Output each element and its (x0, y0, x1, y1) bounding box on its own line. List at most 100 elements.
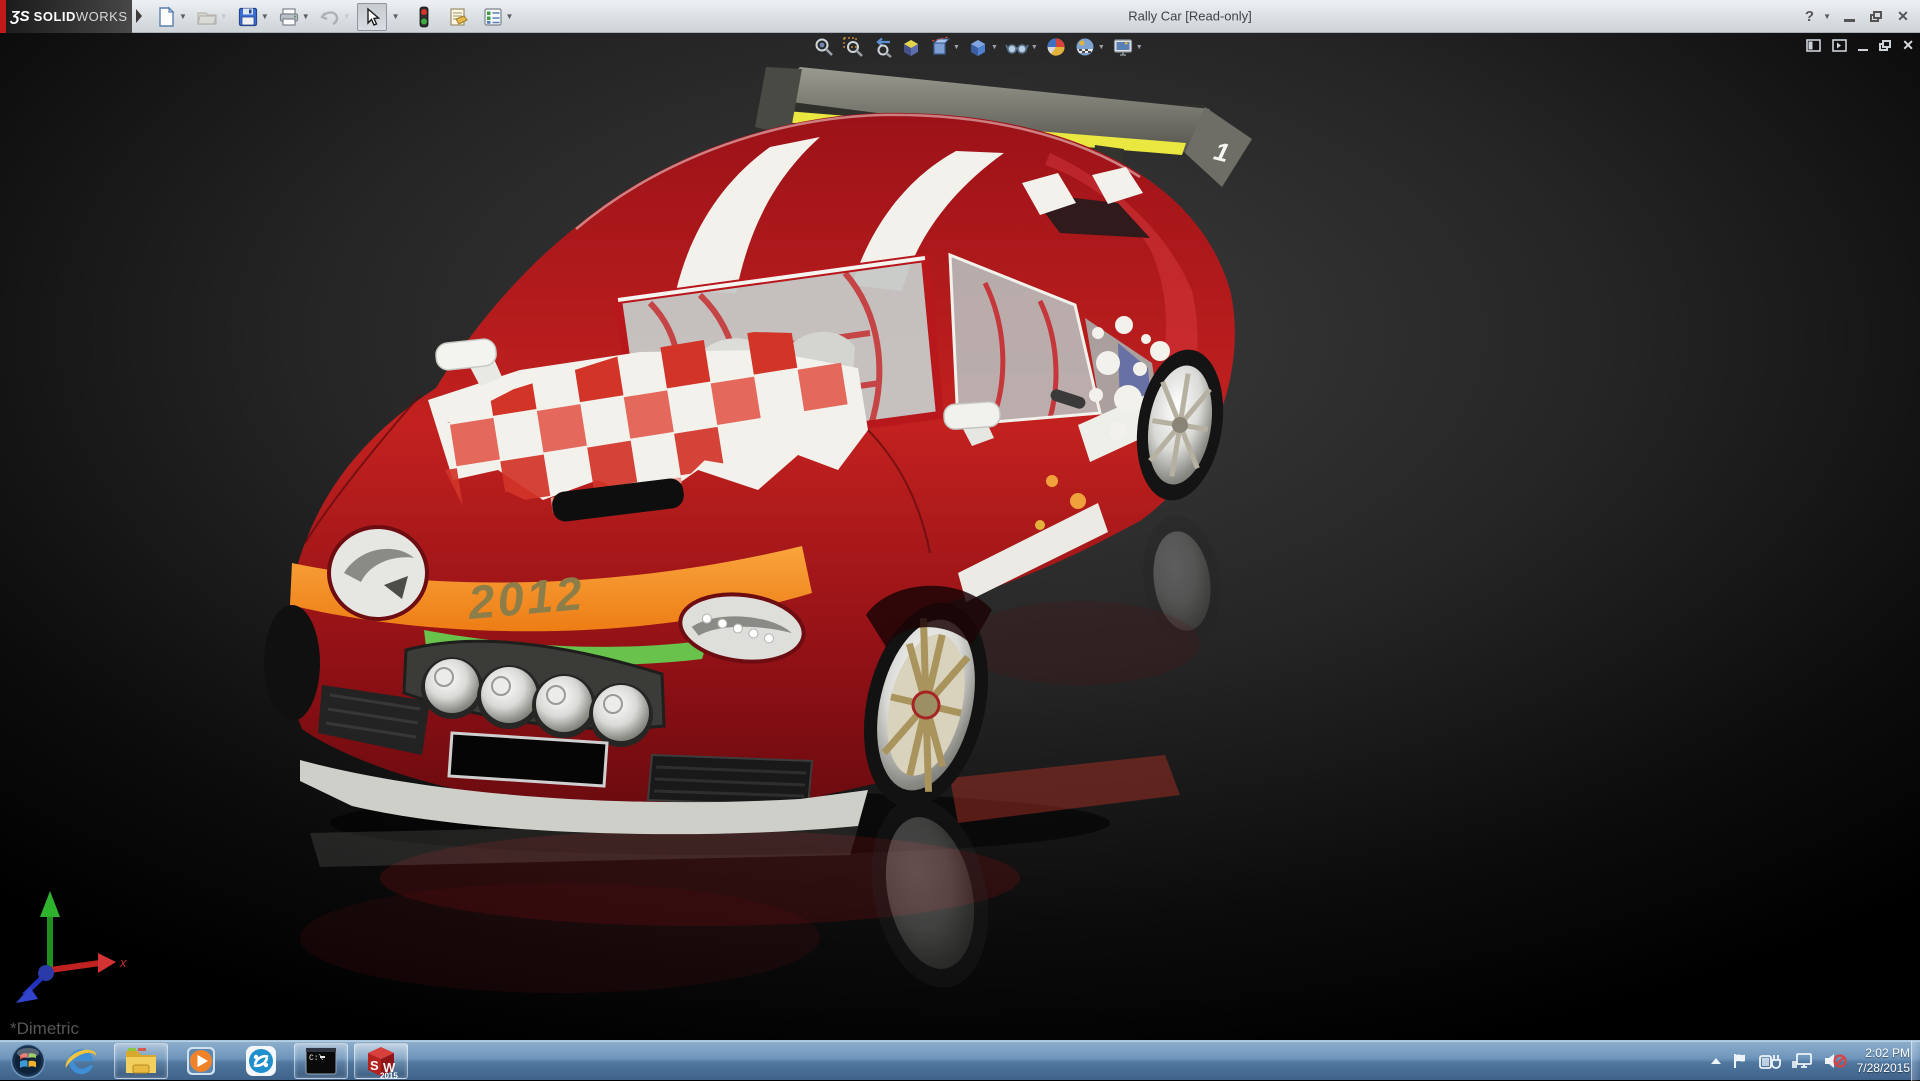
undo-button[interactable]: ▼ (316, 4, 354, 30)
select-dropdown[interactable]: ▼ (390, 12, 402, 21)
apply-scene-icon (1074, 36, 1096, 58)
window-title: Rally Car [Read-only] (1128, 9, 1252, 24)
clock-date: 7/28/2015 (1857, 1061, 1910, 1076)
media-player-button[interactable] (174, 1043, 228, 1079)
options-dropdown[interactable]: ▼ (506, 12, 514, 21)
display-style-button[interactable]: ▼ (966, 35, 999, 59)
hood-year-decal: 2012 (465, 566, 587, 629)
network-icon[interactable] (1791, 1052, 1813, 1070)
file-properties-button[interactable] (444, 4, 472, 30)
solidworks-taskbar-button[interactable]: S W 2015 (354, 1043, 408, 1079)
document-window-controls: ✕ (1806, 37, 1914, 54)
power-plug-icon[interactable] (1759, 1052, 1781, 1070)
solidworks-logo: ƷS SOLIDWORKS (6, 0, 132, 33)
file-properties-icon (447, 6, 469, 28)
edit-appearance-button[interactable] (1044, 35, 1068, 59)
sw-year: 2015 (380, 1072, 398, 1080)
left-headlight (329, 527, 427, 619)
view-orientation-dropdown[interactable]: ▼ (953, 44, 960, 51)
new-document-icon (155, 6, 177, 28)
apply-scene-button[interactable]: ▼ (1073, 35, 1106, 59)
close-button[interactable]: ✕ (1894, 9, 1912, 25)
start-button[interactable] (8, 1043, 48, 1079)
new-button[interactable]: ▼ (152, 4, 190, 30)
front-left-wheel (264, 605, 320, 721)
command-prompt-button[interactable]: C:\ (294, 1043, 348, 1079)
title-bar: ƷS SOLIDWORKS ▼ ▼ ▼ (0, 0, 1920, 33)
pane-right-icon[interactable] (1832, 39, 1847, 52)
view-settings-dropdown[interactable]: ▼ (1136, 44, 1143, 51)
new-dropdown[interactable]: ▼ (179, 12, 187, 21)
media-player-icon (184, 1044, 218, 1078)
rebuild-trafficlight-icon (416, 5, 432, 29)
zoom-to-area-button[interactable] (841, 35, 865, 59)
taskbar-apps: C:\ S W 2015 (8, 1041, 408, 1081)
triad-x-label: x (119, 955, 127, 970)
document-restore-button[interactable] (1879, 40, 1891, 51)
windows-taskbar: C:\ S W 2015 (0, 1040, 1920, 1080)
show-hidden-icons-button[interactable] (1711, 1058, 1721, 1064)
open-button[interactable]: ▼ (193, 4, 231, 30)
show-desktop-button[interactable] (1911, 1041, 1920, 1081)
clock-time: 2:02 PM (1857, 1046, 1910, 1061)
display-style-dropdown[interactable]: ▼ (991, 44, 998, 51)
action-center-flag-icon[interactable] (1731, 1052, 1749, 1070)
view-orientation-icon (929, 36, 951, 58)
rally-car-3d-model[interactable]: 1 (0, 33, 1920, 1040)
solidworks-app-icon: S W 2015 (363, 1043, 399, 1079)
print-icon (278, 6, 300, 28)
hide-show-items-button[interactable]: ▼ (1004, 35, 1039, 59)
pane-left-icon[interactable] (1806, 39, 1821, 52)
select-cursor-icon (361, 6, 383, 28)
windows-explorer-button[interactable] (114, 1043, 168, 1079)
logo-mark: ƷS (10, 8, 29, 25)
close-icon: ✕ (1897, 8, 1909, 25)
logo-solid: SOLID (34, 9, 76, 24)
previous-view-button[interactable] (870, 35, 894, 59)
select-button[interactable] (357, 3, 387, 31)
sync-app-icon (244, 1044, 278, 1078)
help-dropdown[interactable]: ▼ (1823, 12, 1831, 21)
undo-dropdown[interactable]: ▼ (343, 12, 351, 21)
zoom-to-fit-icon (813, 36, 835, 58)
view-settings-button[interactable]: ▼ (1111, 35, 1144, 59)
save-button[interactable]: ▼ (234, 4, 272, 30)
main-toolbar: ▼ ▼ ▼ ▼ (152, 3, 516, 30)
print-dropdown[interactable]: ▼ (302, 12, 310, 21)
zoom-to-area-icon (842, 36, 864, 58)
restore-icon (1870, 11, 1882, 22)
previous-view-icon (871, 36, 893, 58)
minimize-button[interactable] (1840, 9, 1858, 25)
document-minimize-button[interactable] (1858, 41, 1868, 51)
section-view-icon (900, 36, 922, 58)
graphics-viewport[interactable]: ▼ ▼ ▼ (0, 33, 1920, 1040)
restore-button[interactable] (1867, 9, 1885, 25)
open-dropdown[interactable]: ▼ (220, 12, 228, 21)
section-view-button[interactable] (899, 35, 923, 59)
titlebar-controls: ? ▼ ✕ (1805, 0, 1912, 33)
logo-works: WORKS (76, 9, 128, 24)
sw-letter-s: S (370, 1058, 379, 1073)
taskbar-clock[interactable]: 2:02 PM 7/28/2015 (1857, 1046, 1910, 1076)
document-close-button[interactable]: ✕ (1902, 37, 1914, 54)
hide-show-items-glasses-icon (1005, 36, 1029, 58)
save-dropdown[interactable]: ▼ (261, 12, 269, 21)
heads-up-view-toolbar: ▼ ▼ ▼ (812, 35, 1144, 59)
view-orientation-button[interactable]: ▼ (928, 35, 961, 59)
hide-show-items-dropdown[interactable]: ▼ (1031, 44, 1038, 51)
options-button[interactable]: ▼ (479, 4, 517, 30)
internet-explorer-button[interactable] (54, 1043, 108, 1079)
internet-explorer-icon (64, 1044, 98, 1078)
help-button[interactable]: ? (1805, 8, 1814, 25)
zoom-to-fit-button[interactable] (812, 35, 836, 59)
print-button[interactable]: ▼ (275, 4, 313, 30)
center-lower-grille (648, 755, 812, 806)
sync-app-button[interactable] (234, 1043, 288, 1079)
apply-scene-dropdown[interactable]: ▼ (1098, 44, 1105, 51)
volume-muted-icon[interactable] (1823, 1052, 1847, 1070)
open-folder-icon (196, 6, 218, 28)
folder-icon (123, 1045, 159, 1077)
rebuild-button[interactable] (413, 3, 435, 31)
menu-expand-arrow[interactable] (136, 9, 142, 23)
options-checklist-icon (482, 6, 504, 28)
